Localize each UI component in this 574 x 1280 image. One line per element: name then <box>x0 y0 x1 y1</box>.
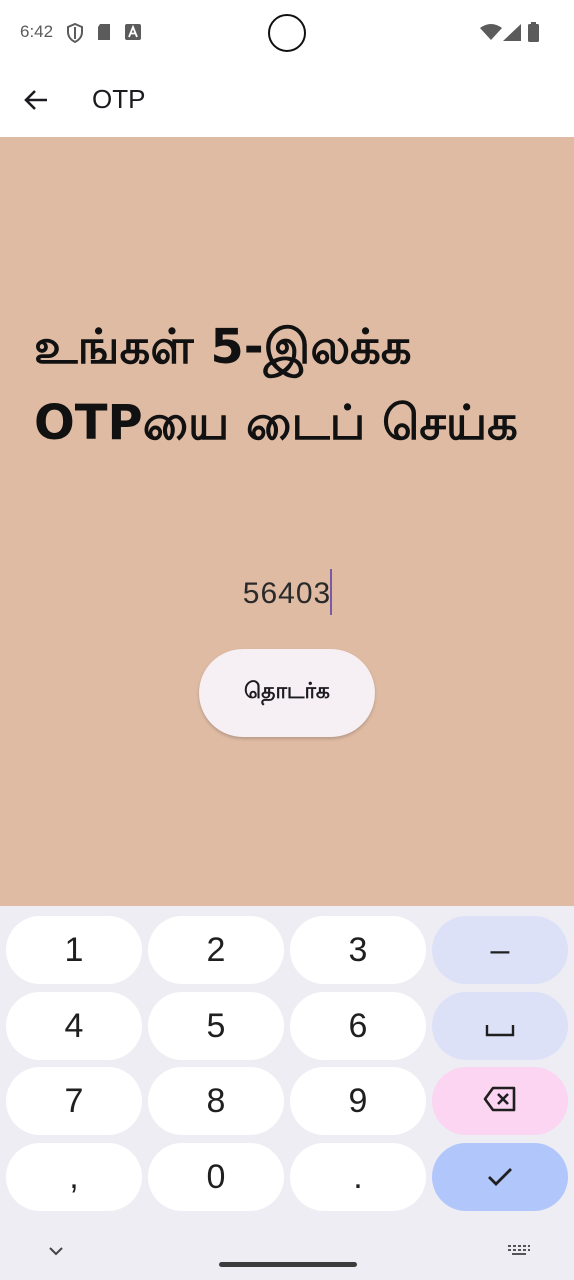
key-1[interactable]: 1 <box>6 916 142 984</box>
arrow-left-icon <box>23 88 49 116</box>
otp-content: உங்கள் 5-இலக்க OTPயை டைப் செய்க தொடர்க <box>0 137 574 906</box>
key-enter[interactable] <box>432 1143 568 1211</box>
key-3[interactable]: 3 <box>290 916 426 984</box>
otp-input[interactable] <box>180 567 394 621</box>
font-a-icon <box>124 23 142 45</box>
key-minus[interactable]: – <box>432 916 568 984</box>
key-space[interactable] <box>432 992 568 1060</box>
key-comma[interactable]: , <box>6 1143 142 1211</box>
otp-heading: உங்கள் 5-இலக்க OTPயை டைப் செய்க <box>34 319 518 451</box>
wifi-icon <box>480 24 502 45</box>
key-4[interactable]: 4 <box>6 992 142 1060</box>
key-8[interactable]: 8 <box>148 1067 284 1135</box>
front-camera <box>268 14 306 52</box>
chevron-down-icon <box>48 1241 64 1260</box>
page-title: OTP <box>92 84 146 114</box>
home-indicator[interactable] <box>219 1262 357 1267</box>
key-2[interactable]: 2 <box>148 916 284 984</box>
shield-icon <box>66 22 84 47</box>
signal-icon <box>503 24 521 45</box>
key-backspace[interactable] <box>432 1067 568 1135</box>
numeric-keyboard: 1 2 3 – 4 5 6 7 8 9 , 0 . <box>0 906 574 1280</box>
switch-keyboard-button[interactable] <box>504 1236 534 1264</box>
key-5[interactable]: 5 <box>148 992 284 1060</box>
text-cursor <box>330 569 332 615</box>
back-button[interactable] <box>16 82 56 122</box>
key-7[interactable]: 7 <box>6 1067 142 1135</box>
status-bar: 6:42 <box>0 0 574 64</box>
app-bar: OTP <box>0 64 574 137</box>
status-time: 6:42 <box>20 22 54 41</box>
key-6[interactable]: 6 <box>290 992 426 1060</box>
key-period[interactable]: . <box>290 1143 426 1211</box>
sd-card-icon <box>96 23 112 45</box>
battery-icon <box>528 22 539 46</box>
backspace-icon <box>483 1082 517 1121</box>
continue-button[interactable]: தொடர்க <box>199 649 375 737</box>
space-bar-icon <box>485 1007 515 1046</box>
check-icon <box>486 1158 514 1197</box>
key-9[interactable]: 9 <box>290 1067 426 1135</box>
key-0[interactable]: 0 <box>148 1143 284 1211</box>
hide-keyboard-button[interactable] <box>42 1236 70 1264</box>
keyboard-icon <box>507 1241 531 1260</box>
